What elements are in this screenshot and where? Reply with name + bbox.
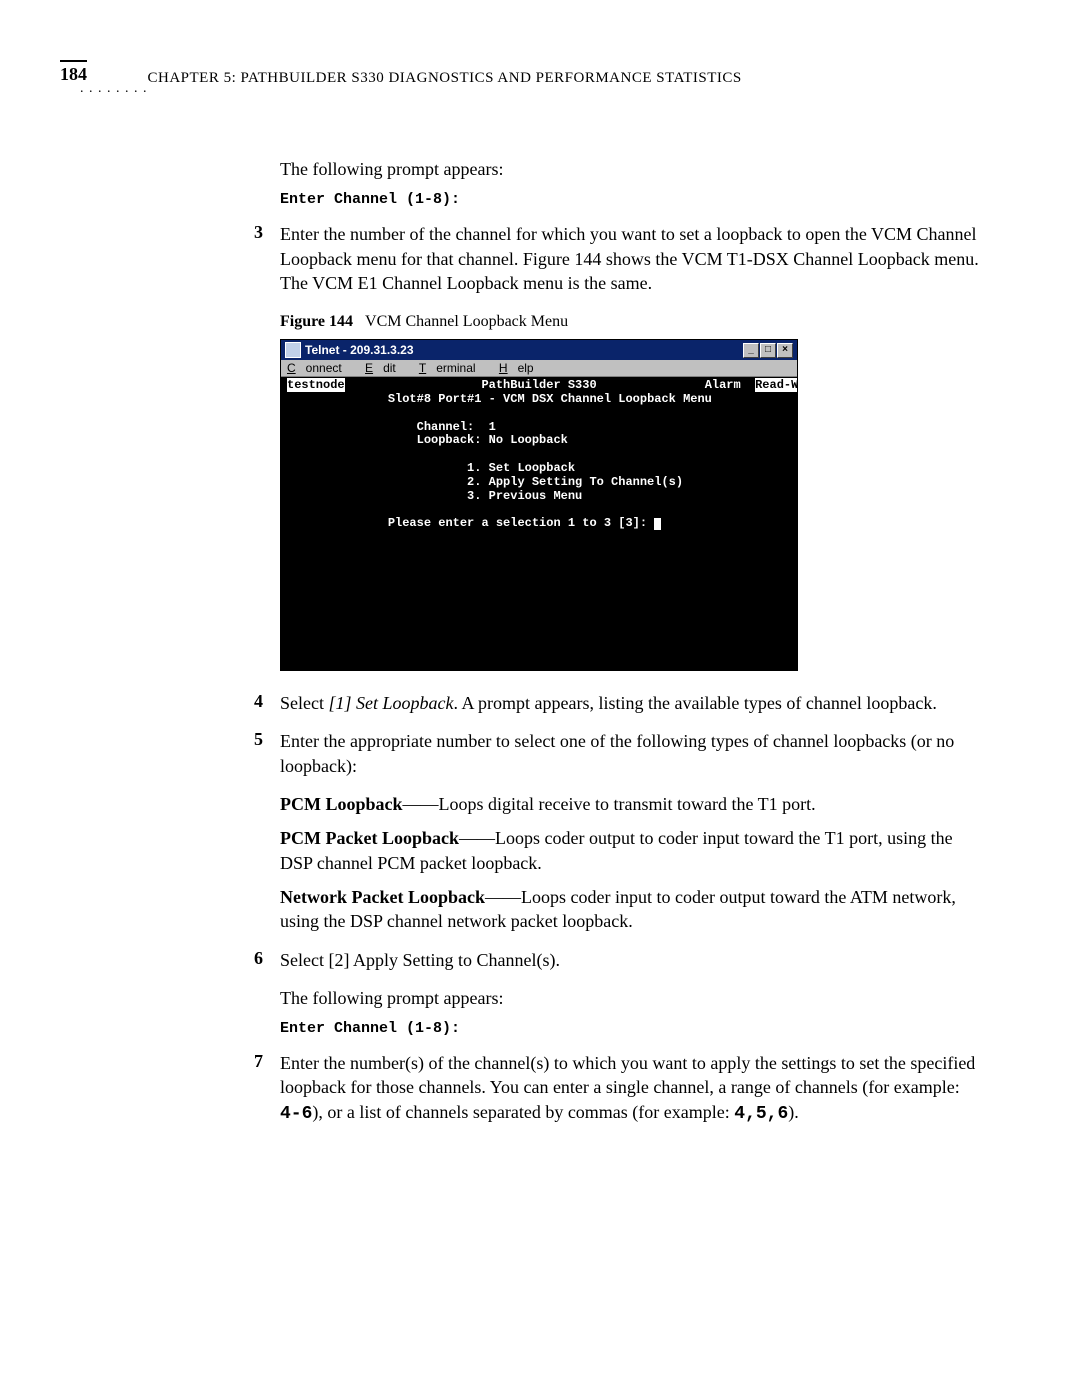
telnet-title-text: Telnet - 209.31.3.23 bbox=[305, 343, 414, 357]
figure-caption-text: VCM Channel Loopback Menu bbox=[365, 313, 568, 330]
step7-range: 4-6 bbox=[280, 1104, 312, 1124]
net-packet-label: Network Packet Loopback bbox=[280, 887, 485, 907]
access-mode: Read-Write bbox=[755, 378, 797, 392]
step-4: 4 Select [1] Set Loopback. A prompt appe… bbox=[280, 691, 980, 715]
step-5-text: Enter the appropriate number to select o… bbox=[280, 729, 980, 778]
content-area: The following prompt appears: Enter Chan… bbox=[280, 157, 980, 1126]
step7-a: Enter the number(s) of the channel(s) to… bbox=[280, 1053, 975, 1097]
network-packet-loopback-para: Network Packet Loopback——Loops coder inp… bbox=[280, 885, 980, 934]
telnet-titlebar: Telnet - 209.31.3.23 _ □ × bbox=[281, 340, 797, 360]
chapter-title: CHAPTER 5: PATHBUILDER S330 DIAGNOSTICS … bbox=[148, 70, 742, 87]
menu-terminal[interactable]: Terminal bbox=[419, 361, 486, 375]
step4-italic: [1] Set Loopback bbox=[328, 693, 453, 713]
channel-line: Channel: 1 bbox=[417, 420, 496, 434]
pcm-packet-loopback-para: PCM Packet Loopback——Loops coder output … bbox=[280, 826, 980, 875]
pcm-loopback-para: PCM Loopback——Loops digital receive to t… bbox=[280, 792, 980, 816]
step-number: 4 bbox=[254, 691, 263, 712]
node-name: testnode bbox=[287, 378, 345, 392]
step-number: 6 bbox=[254, 948, 263, 969]
figure-caption: Figure 144 VCM Channel Loopback Menu bbox=[280, 313, 980, 331]
option-2: 2. Apply Setting To Channel(s) bbox=[467, 475, 683, 489]
step-7: 7 Enter the number(s) of the channel(s) … bbox=[280, 1051, 980, 1126]
step7-list: 4,5,6 bbox=[734, 1104, 788, 1124]
step-6: 6 Select [2] Apply Setting to Channel(s)… bbox=[280, 948, 980, 972]
intro-prompt-text: The following prompt appears: bbox=[280, 157, 980, 181]
close-icon[interactable]: × bbox=[777, 343, 793, 358]
minimize-icon[interactable]: _ bbox=[743, 343, 759, 358]
cursor-icon bbox=[654, 518, 661, 530]
telnet-window: Telnet - 209.31.3.23 _ □ × Connect Edit … bbox=[280, 339, 798, 671]
step-3-text: Enter the number of the channel for whic… bbox=[280, 222, 980, 295]
step-6-text: Select [2] Apply Setting to Channel(s). bbox=[280, 948, 980, 972]
pcm-loopback-label: PCM Loopback bbox=[280, 794, 403, 814]
telnet-icon bbox=[285, 342, 301, 358]
telnet-menubar: Connect Edit Terminal Help bbox=[281, 360, 797, 377]
pcm-packet-label: PCM Packet Loopback bbox=[280, 828, 459, 848]
maximize-icon[interactable]: □ bbox=[760, 343, 776, 358]
dotted-decoration: . . . . . . . . bbox=[80, 81, 148, 97]
step4-post: . A prompt appears, listing the availabl… bbox=[453, 693, 936, 713]
alarm-label: Alarm bbox=[705, 378, 741, 392]
step7-c: ). bbox=[788, 1102, 799, 1122]
figure-label: Figure 144 bbox=[280, 313, 353, 330]
step-4-text: Select [1] Set Loopback. A prompt appear… bbox=[280, 691, 980, 715]
code-prompt-1: Enter Channel (1-8): bbox=[280, 191, 980, 208]
option-1: 1. Set Loopback bbox=[467, 461, 575, 475]
step7-b: ), or a list of channels separated by co… bbox=[312, 1102, 734, 1122]
step-7-text: Enter the number(s) of the channel(s) to… bbox=[280, 1051, 980, 1126]
menu-edit[interactable]: Edit bbox=[365, 361, 406, 375]
header-left: 184 . . . . . . . . bbox=[60, 60, 148, 97]
step-3: 3 Enter the number of the channel for wh… bbox=[280, 222, 980, 295]
device-name: PathBuilder S330 bbox=[481, 378, 596, 392]
step-number: 3 bbox=[254, 222, 263, 243]
window-controls: _ □ × bbox=[743, 343, 793, 358]
step-number: 5 bbox=[254, 729, 263, 750]
step-number: 7 bbox=[254, 1051, 263, 1072]
step4-pre: Select bbox=[280, 693, 328, 713]
selection-prompt: Please enter a selection 1 to 3 [3]: bbox=[388, 516, 654, 530]
menu-connect[interactable]: Connect bbox=[287, 361, 352, 375]
code-prompt-2: Enter Channel (1-8): bbox=[280, 1020, 980, 1037]
step6-prompt-intro: The following prompt appears: bbox=[280, 986, 980, 1010]
page-container: 184 . . . . . . . . CHAPTER 5: PATHBUILD… bbox=[0, 0, 1080, 1200]
menu-title-line: Slot#8 Port#1 - VCM DSX Channel Loopback… bbox=[388, 392, 712, 406]
step-5: 5 Enter the appropriate number to select… bbox=[280, 729, 980, 778]
option-3: 3. Previous Menu bbox=[467, 489, 582, 503]
telnet-body[interactable]: testnode PathBuilder S330 Alarm Read-Wri… bbox=[281, 377, 797, 670]
page-header: 184 . . . . . . . . CHAPTER 5: PATHBUILD… bbox=[60, 60, 1000, 97]
loopback-line: Loopback: No Loopback bbox=[417, 433, 568, 447]
pcm-loopback-text: ——Loops digital receive to transmit towa… bbox=[403, 794, 816, 814]
titlebar-left: Telnet - 209.31.3.23 bbox=[285, 342, 414, 358]
menu-help[interactable]: Help bbox=[499, 361, 544, 375]
